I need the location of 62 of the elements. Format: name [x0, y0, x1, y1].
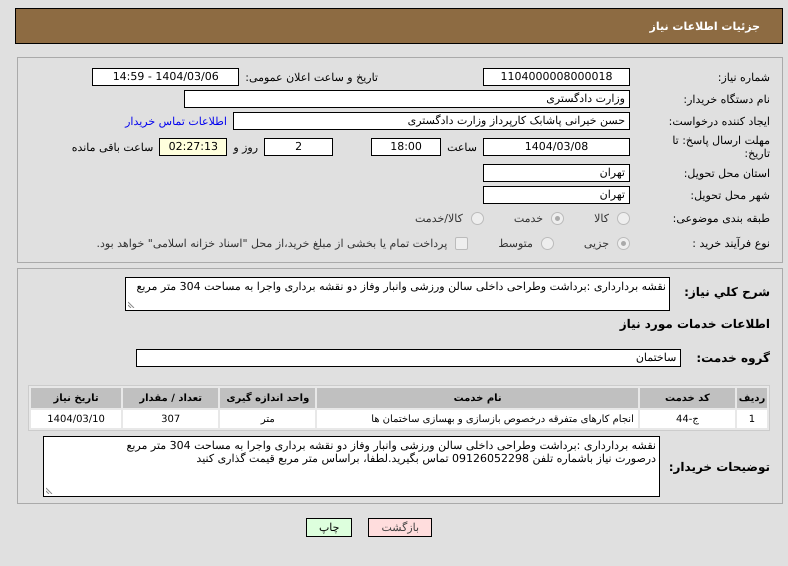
text-area[interactable]: نقشه برداردارى :برداشت وطراحی داخلی سالن ورزشی وانبار وفاز دو نقشه برداری واجرا به مساحت 304 متر مربع	[125, 277, 670, 311]
input-field: 2	[264, 138, 334, 156]
column-header: تعداد / مقدار	[123, 388, 218, 408]
column-header: ردیف	[736, 388, 767, 408]
field-label: ساعت باقی مانده	[72, 140, 154, 154]
radio-label: کالا/خدمت	[415, 212, 463, 225]
field-label: شماره نیاز:	[716, 70, 770, 84]
page-title: جزئیات اطلاعات نیاز	[650, 20, 760, 32]
print-button[interactable]: چاپ	[306, 518, 352, 537]
radio-button[interactable]	[470, 212, 484, 225]
field-label: تاریخ و ساعت اعلان عمومی:	[245, 70, 378, 84]
field-label: شرح کلي نياز:	[683, 285, 770, 299]
back-button[interactable]: بازگشت	[368, 518, 432, 537]
field-label: ساعت	[447, 140, 477, 154]
input-field: 1404/03/08	[483, 138, 630, 156]
column-header: واحد اندازه گیری	[220, 388, 316, 408]
input-field: 18:00	[371, 138, 442, 156]
radio-label: خدمت	[514, 212, 544, 225]
table-cell: 1404/03/10	[31, 410, 122, 428]
notes-text: نقشه برداردارى :برداشت وطراحی داخلی سالن ورزشی وانبار وفاز دو نقشه برداری واجرا به مساحت 304 متر مربع	[126, 439, 656, 452]
input-field: 1404/03/06 - 14:59	[92, 68, 240, 86]
radio-button[interactable]	[617, 237, 630, 250]
resize-grip-icon[interactable]	[128, 300, 136, 308]
section-title: اطلاعات خدمات مورد نياز	[620, 317, 770, 331]
field-label: توضیحات خریدار:	[670, 460, 770, 474]
table-cell: 307	[123, 410, 218, 428]
description-text: نقشه برداردارى :برداشت وطراحی داخلی سالن ورزشی وانبار وفاز دو نقشه برداری واجرا به مساحت 304 متر مربع	[136, 280, 666, 293]
radio-label: کالا	[594, 212, 609, 225]
table-cell: 1	[736, 410, 767, 428]
checkbox[interactable]	[455, 237, 468, 250]
input-field: حسن خیرانی پاشابک کارپرداز وزارت دادگستری	[233, 112, 630, 130]
field-label: مهلت ارسال پاسخ: تا تاریخ:	[671, 134, 770, 160]
input-field: تهران	[483, 186, 630, 204]
radio-label: جزیی	[584, 237, 609, 250]
notes-text: درصورت نیاز باشماره تلفن 09126052298 تماس بگیرید.لطفا، براساس متر مربع قیمت گذاری کنید	[195, 452, 656, 465]
field-label: شهر محل تحویل:	[689, 188, 770, 202]
table-cell: ج-44	[640, 410, 735, 428]
field-label: نوع فرآیند خرید :	[691, 237, 770, 250]
field-label: گروه خدمت:	[696, 351, 770, 365]
input-field: 1104000008000018	[483, 68, 630, 86]
field-label: نام دستگاه خریدار:	[682, 92, 770, 106]
column-header: کد خدمت	[640, 388, 735, 408]
column-header: نام خدمت	[317, 388, 638, 408]
column-header: تاریخ نیاز	[31, 388, 122, 408]
radio-button[interactable]	[540, 237, 554, 250]
radio-button[interactable]	[551, 212, 564, 225]
radio-label: متوسط	[498, 237, 533, 250]
field-label: ایجاد کننده درخواست:	[668, 114, 770, 128]
radio-button[interactable]	[617, 212, 630, 225]
field-label: روز و	[233, 140, 258, 154]
input-field: تهران	[483, 164, 630, 182]
contact-link[interactable]: اطلاعات تماس خریدار	[125, 114, 227, 128]
checkbox-label: پرداخت تمام یا بخشی از مبلغ خرید،از محل "اسناد خزانه اسلامی" خواهد بود.	[96, 237, 448, 250]
input-field: وزارت دادگستری	[184, 90, 630, 108]
text-area[interactable]: نقشه برداردارى :برداشت وطراحی داخلی سالن ورزشی وانبار وفاز دو نقشه برداری واجرا به مساحت 304 متر مربع درصورت نیاز باشماره تلفن 09126052298 تماس بگیرید.لطفا، براساس متر مربع قیمت گذاری کنید	[43, 436, 660, 497]
field-label: طبقه بندی موضوعی:	[672, 212, 770, 225]
table-cell: متر	[220, 410, 316, 428]
table-cell: انجام کارهای متفرقه درخصوص بازسازی و بهسازی ساختمان ها	[317, 410, 638, 428]
input-field: ساختمان	[136, 349, 682, 367]
countdown-field: 02:27:13	[159, 138, 228, 156]
resize-grip-icon[interactable]	[46, 486, 54, 494]
field-label: استان محل تحویل:	[682, 166, 770, 180]
